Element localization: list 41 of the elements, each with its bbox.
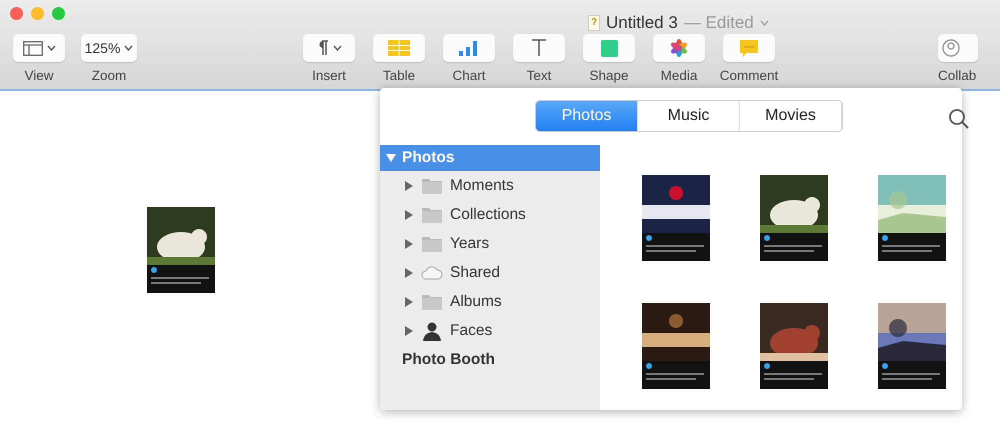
sidebar-item[interactable]: Collections [450,202,526,226]
paragraph-icon [316,40,328,56]
close-button[interactable] [10,7,23,20]
folder-icon [422,293,442,310]
disclosure-triangle-icon[interactable] [404,326,414,336]
folder-icon [422,177,442,194]
sidebar-item[interactable]: Years [450,232,490,256]
folder-icon [422,206,442,223]
window-title: Untitled 3 [606,12,678,34]
folder-icon [422,235,442,252]
text-icon [531,39,547,57]
sidebar-item[interactable]: Albums [450,290,502,314]
shape-button[interactable]: Shape [580,34,638,86]
sidebar-item[interactable]: Shared [450,260,500,284]
media-button[interactable]: Media [650,34,708,86]
cloud-icon [421,265,443,280]
sidebar-item[interactable]: Faces [450,318,492,342]
flower-icon [670,39,688,57]
zoom-value: 125% [84,38,120,58]
sidebar-layout-icon [22,40,42,56]
table-button[interactable]: Table [370,34,428,86]
sidebar-item[interactable]: Moments [450,174,514,198]
comment-icon [740,40,758,56]
document-icon [588,14,600,31]
chart-button[interactable]: Chart [440,34,498,86]
person-icon [422,320,442,340]
disclosure-triangle-icon[interactable] [404,180,414,190]
sidebar-item[interactable]: Photo Booth [380,345,600,374]
bar-chart-icon [459,40,479,56]
text-button[interactable]: Text [510,34,568,86]
disclosure-triangle-icon[interactable] [404,296,414,306]
search-icon[interactable] [948,108,970,130]
insert-button[interactable]: Insert [300,34,358,86]
comment-button[interactable]: Comment [720,34,778,86]
disclosure-triangle-icon[interactable] [404,268,414,278]
square-icon [600,40,618,56]
view-button[interactable]: View [10,34,68,86]
disclosure-triangle-icon[interactable] [404,210,414,220]
table-icon [388,40,410,56]
disclosure-triangle-icon[interactable] [386,153,396,163]
disclosure-triangle-icon[interactable] [404,238,414,248]
